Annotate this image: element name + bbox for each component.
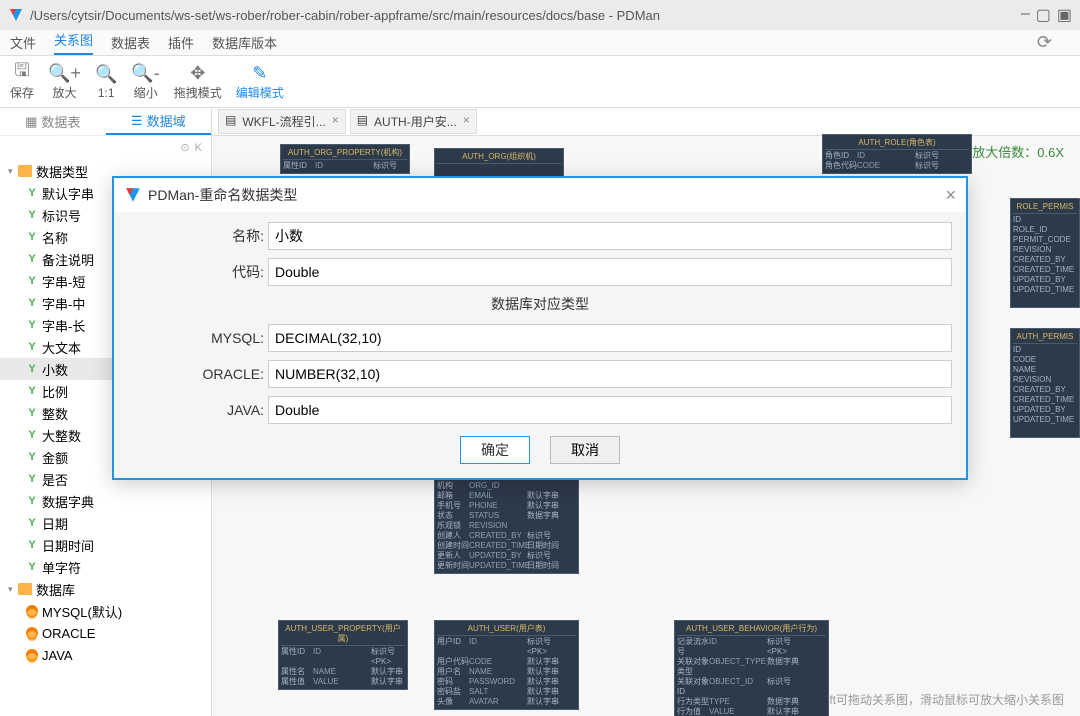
input-code[interactable] bbox=[268, 258, 952, 286]
dialog-header: PDMan-重命名数据类型 × bbox=[114, 178, 966, 212]
input-mysql[interactable] bbox=[268, 324, 952, 352]
input-name[interactable] bbox=[268, 222, 952, 250]
dialog-section-title: 数据库对应类型 bbox=[128, 294, 952, 314]
ok-button[interactable]: 确定 bbox=[460, 436, 530, 464]
label-oracle: ORACLE: bbox=[128, 366, 268, 382]
modal-overlay: PDMan-重命名数据类型 × 名称: 代码: 数据库对应类型 MYSQL: O… bbox=[0, 0, 1080, 716]
label-name: 名称: bbox=[128, 226, 268, 246]
label-java: JAVA: bbox=[128, 402, 268, 418]
rename-datatype-dialog: PDMan-重命名数据类型 × 名称: 代码: 数据库对应类型 MYSQL: O… bbox=[112, 176, 968, 480]
label-mysql: MYSQL: bbox=[128, 330, 268, 346]
dialog-close-icon[interactable]: × bbox=[945, 185, 956, 206]
input-java[interactable] bbox=[268, 396, 952, 424]
app-logo-icon bbox=[124, 186, 142, 204]
dialog-title: PDMan-重命名数据类型 bbox=[148, 185, 297, 205]
label-code: 代码: bbox=[128, 262, 268, 282]
input-oracle[interactable] bbox=[268, 360, 952, 388]
cancel-button[interactable]: 取消 bbox=[550, 436, 620, 464]
